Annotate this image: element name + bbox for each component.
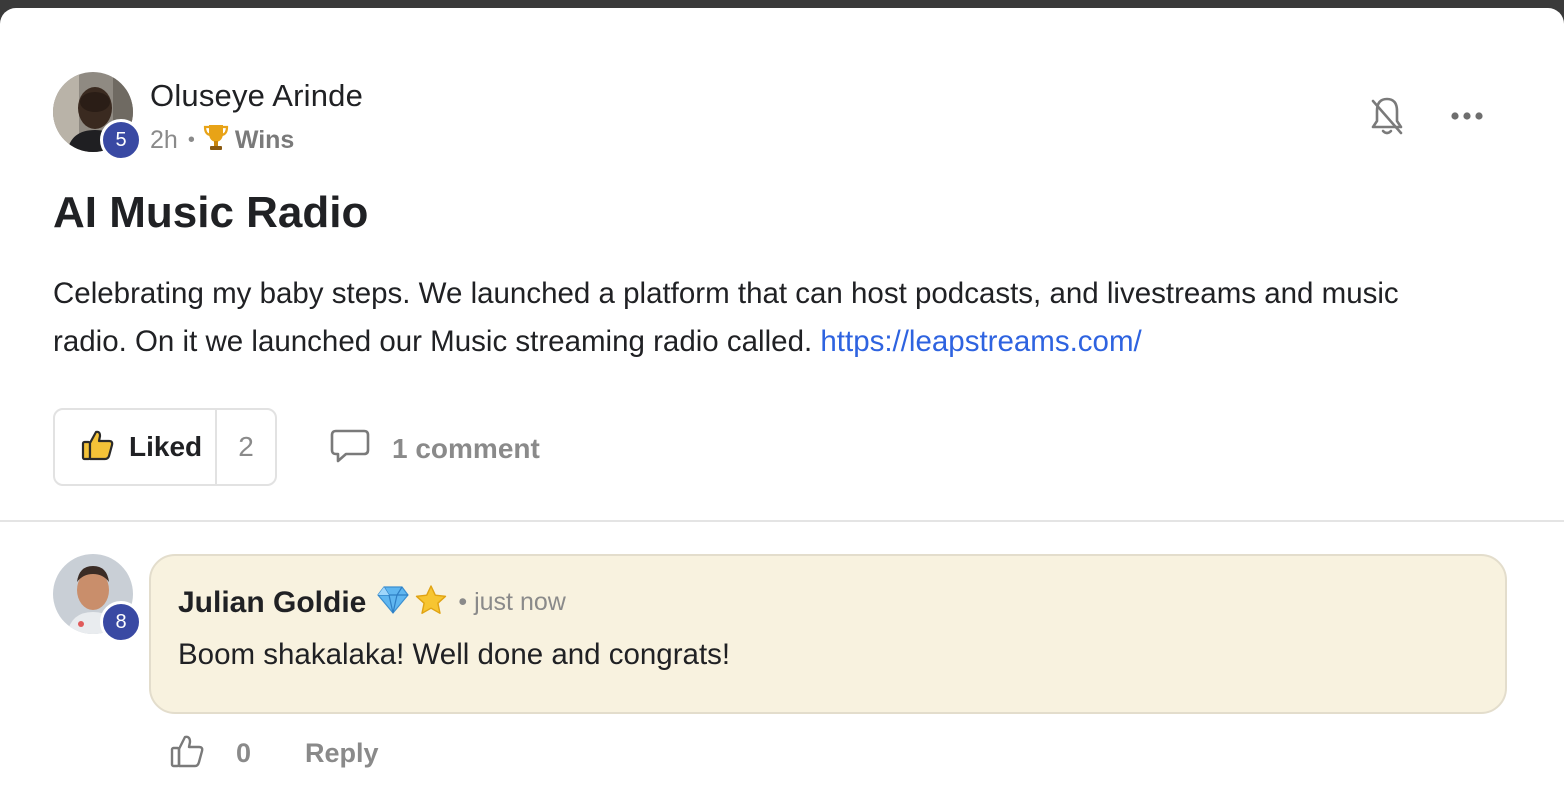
like-count[interactable]: 2 [217,410,275,484]
comment-text: Boom shakalaka! Well done and congrats! [178,638,731,671]
comments-count-label: 1 comment [392,432,540,464]
comment-icon [330,428,370,469]
comment-meta: • just now [458,588,565,617]
star-icon [414,584,448,621]
comment-actions: 0 Reply [170,734,379,773]
level-badge: 5 [100,119,142,161]
post-category[interactable]: Wins [235,126,295,155]
comment-author-name[interactable]: Julian Goldie [178,586,366,620]
bell-off-icon[interactable] [1365,92,1409,140]
comment-header: Julian Goldie • just now [178,584,566,621]
like-button[interactable]: Liked [55,410,217,484]
comment-badges [376,584,448,621]
post-author-avatar[interactable]: 5 [53,72,143,162]
post-author-name[interactable]: Oluseye Arinde [150,78,363,114]
more-options-icon[interactable] [1446,102,1488,130]
comment-time: just now [474,588,566,616]
thumbs-up-filled-icon [81,429,115,466]
post-link[interactable]: https://leapstreams.com/ [820,325,1141,358]
post-title: AI Music Radio [53,188,369,237]
post-meta: 2h • Wins [150,123,294,158]
post-body: Celebrating my baby steps. We launched a… [53,270,1473,366]
like-control: Liked 2 [53,408,277,486]
thumbs-up-icon[interactable] [170,734,206,773]
meta-separator: • [187,129,195,151]
post-time: 2h [150,126,178,154]
comment-author-avatar[interactable]: 8 [53,554,143,644]
comments-button[interactable]: 1 comment [330,428,540,469]
level-badge: 8 [100,601,142,643]
comment-bubble: Julian Goldie • just now Boom shakalaka!… [149,554,1507,714]
window-top-edge [0,0,1564,8]
diamond-icon [376,585,410,620]
trophy-icon [203,123,229,158]
post-body-text: Celebrating my baby steps. We launched a… [53,277,1399,358]
reply-button[interactable]: Reply [305,738,379,769]
post-card: 5 Oluseye Arinde 2h • Wins AI Music Radi… [0,8,1564,808]
divider [0,520,1564,522]
meta-separator: • [458,588,468,616]
like-label: Liked [129,431,203,462]
comment-like-count: 0 [236,738,252,768]
